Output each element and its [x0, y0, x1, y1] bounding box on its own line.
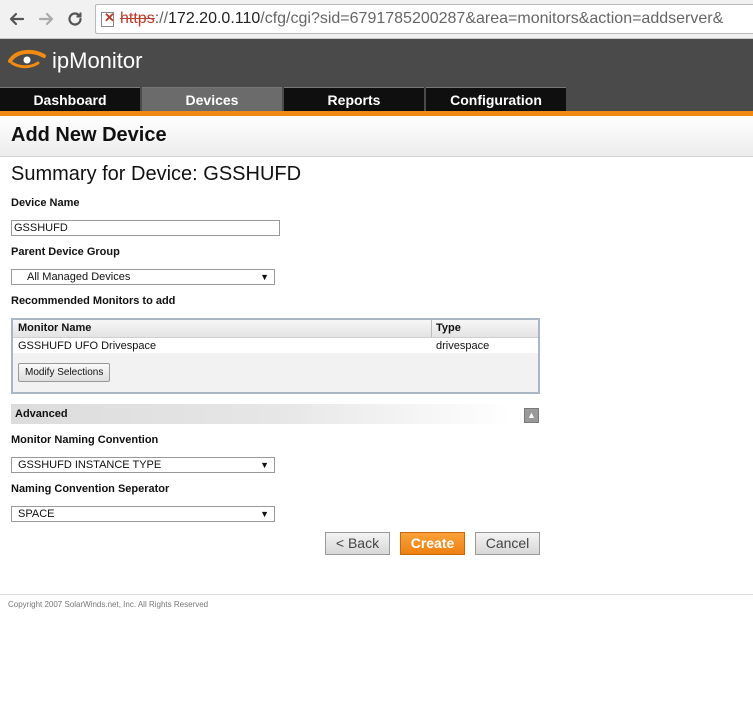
app-header: ipMonitor Dashboard Devices Reports Conf… — [0, 39, 753, 116]
recommended-monitors-label: Recommended Monitors to add — [11, 295, 176, 307]
table-header: Monitor Name Type — [13, 320, 538, 338]
col-type: Type — [436, 322, 461, 334]
url-path: /cfg/cgi?sid=6791785200287&area=monitors… — [260, 10, 724, 27]
footer-divider — [0, 594, 753, 595]
parent-group-label: Parent Device Group — [11, 246, 120, 258]
monitor-type-cell: drivespace — [436, 340, 490, 352]
column-divider — [431, 320, 432, 337]
back-arrow-icon[interactable] — [6, 8, 28, 30]
page-title: Add New Device — [11, 124, 167, 146]
browser-toolbar: ✕ https://172.20.0.110/cfg/cgi?sid=67917… — [0, 0, 753, 39]
dropdown-arrow-icon: ▼ — [260, 460, 269, 470]
cancel-button[interactable]: Cancel — [475, 532, 540, 555]
advanced-section-header[interactable]: Advanced ▲ — [11, 404, 539, 424]
dropdown-arrow-icon: ▼ — [260, 509, 269, 519]
separator-value: SPACE — [18, 508, 55, 520]
device-name-label: Device Name — [11, 197, 80, 209]
main-tabs: Dashboard Devices Reports Configuration — [0, 87, 568, 112]
insecure-x-icon: ✕ — [104, 10, 115, 25]
naming-convention-label: Monitor Naming Convention — [11, 434, 159, 446]
monitor-name-cell: GSSHUFD UFO Drivespace — [18, 340, 157, 352]
tab-dashboard[interactable]: Dashboard — [0, 87, 140, 112]
parent-group-select[interactable]: All Managed Devices ▼ — [11, 269, 275, 285]
address-bar[interactable]: ✕ https://172.20.0.110/cfg/cgi?sid=67917… — [95, 4, 753, 34]
naming-convention-select[interactable]: GSSHUFD INSTANCE TYPE ▼ — [11, 457, 275, 473]
forward-arrow-icon[interactable] — [35, 8, 57, 30]
reload-icon[interactable] — [64, 8, 86, 30]
parent-group-value: All Managed Devices — [27, 271, 131, 283]
summary-heading: Summary for Device: GSSHUFD — [11, 163, 302, 185]
device-name-input[interactable]: GSSHUFD — [11, 220, 280, 236]
copyright: Copyright 2007 SolarWinds.net, Inc. All … — [8, 600, 209, 609]
separator-label: Naming Convention Seperator — [11, 483, 170, 495]
tab-reports[interactable]: Reports — [284, 87, 424, 112]
back-button[interactable]: < Back — [325, 532, 390, 555]
naming-convention-value: GSSHUFD INSTANCE TYPE — [18, 459, 162, 471]
monitors-table: Monitor Name Type GSSHUFD UFO Drivespace… — [11, 318, 540, 394]
tab-devices[interactable]: Devices — [142, 87, 282, 112]
advanced-label: Advanced — [15, 408, 68, 420]
app-name: ipMonitor — [52, 48, 143, 73]
page-title-bar: Add New Device — [0, 116, 753, 157]
create-button[interactable]: Create — [400, 532, 465, 555]
url-host: 172.20.0.110 — [168, 10, 261, 27]
tab-configuration[interactable]: Configuration — [426, 87, 566, 112]
collapse-icon[interactable]: ▲ — [524, 408, 539, 423]
ipmonitor-logo-icon — [8, 48, 48, 72]
modify-selections-button[interactable]: Modify Selections — [18, 363, 111, 382]
separator-select[interactable]: SPACE ▼ — [11, 506, 275, 522]
url-scheme: https — [120, 10, 155, 27]
dropdown-arrow-icon: ▼ — [260, 272, 269, 282]
col-monitor-name: Monitor Name — [18, 322, 92, 334]
